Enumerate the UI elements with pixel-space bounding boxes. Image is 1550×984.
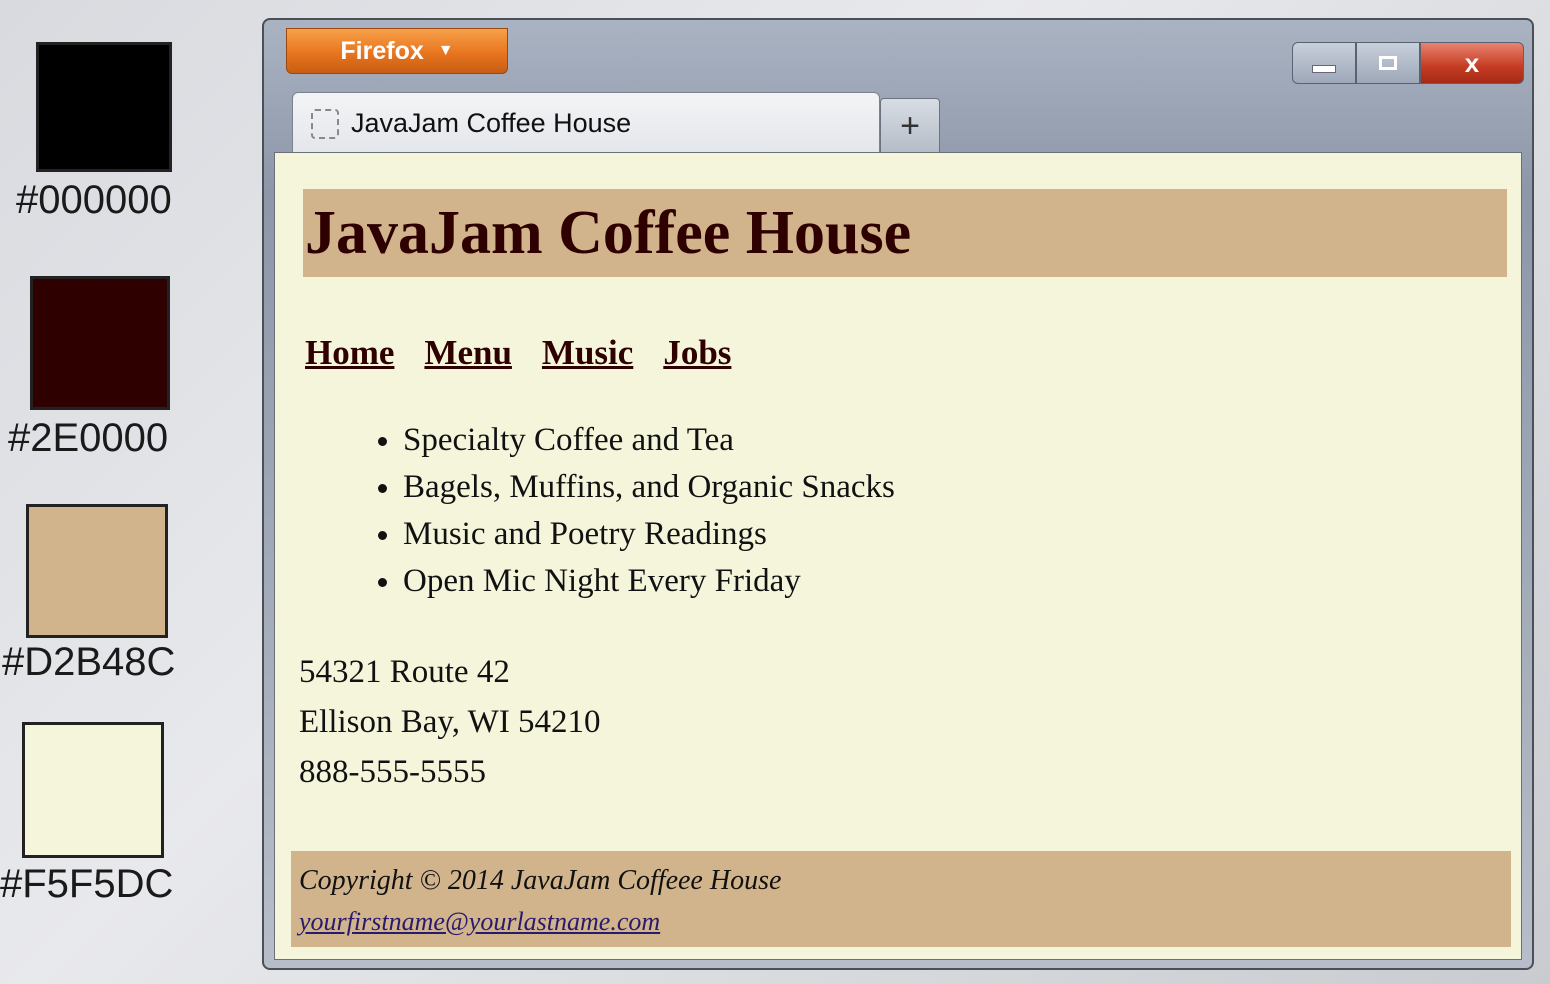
close-icon: x <box>1464 47 1480 78</box>
address-street: 54321 Route 42 <box>299 654 510 690</box>
swatch-label-d2b48c: #D2B48C <box>2 640 176 684</box>
site-title: JavaJam Coffee House <box>305 199 912 267</box>
copyright-text: Copyright © 2014 JavaJam Coffeee House <box>299 865 782 896</box>
plus-icon: + <box>900 106 920 145</box>
address-city: Ellison Bay, WI 54210 <box>299 704 601 740</box>
window-controls: x <box>1292 42 1524 84</box>
contact-address: 54321 Route 42 Ellison Bay, WI 54210 888… <box>299 647 601 797</box>
page-viewport: JavaJam Coffee House Home Menu Music Job… <box>274 152 1522 960</box>
new-tab-button[interactable]: + <box>880 98 940 154</box>
maximize-button[interactable] <box>1356 42 1420 84</box>
list-item: Music and Poetry Readings <box>403 511 895 558</box>
email-link[interactable]: yourfirstname@yourlastname.com <box>299 907 660 937</box>
browser-tab-active[interactable]: JavaJam Coffee House <box>292 92 880 154</box>
minimize-icon <box>1312 65 1336 73</box>
nav-link-jobs[interactable]: Jobs <box>663 333 731 373</box>
list-item: Open Mic Night Every Friday <box>403 558 895 605</box>
color-swatch-2e0000 <box>30 276 170 410</box>
browser-window: Firefox ▼ x JavaJam Coffee House + JavaJ… <box>262 18 1534 970</box>
firefox-menu-button[interactable]: Firefox ▼ <box>286 28 508 74</box>
color-swatch-f5f5dc <box>22 722 164 858</box>
site-footer: Copyright © 2014 JavaJam Coffeee House y… <box>291 851 1511 947</box>
firefox-menu-label: Firefox <box>340 36 424 65</box>
site-nav: Home Menu Music Jobs <box>305 333 731 373</box>
nav-link-home[interactable]: Home <box>305 333 394 373</box>
maximize-icon <box>1379 56 1397 70</box>
close-button[interactable]: x <box>1420 42 1524 84</box>
nav-link-music[interactable]: Music <box>542 333 633 373</box>
address-phone: 888-555-5555 <box>299 754 486 790</box>
tab-title: JavaJam Coffee House <box>351 108 632 138</box>
color-swatch-d2b48c <box>26 504 168 638</box>
features-list: Specialty Coffee and Tea Bagels, Muffins… <box>375 417 895 605</box>
nav-link-menu[interactable]: Menu <box>424 333 512 373</box>
swatch-label-2e0000: #2E0000 <box>8 416 169 460</box>
swatch-label-f5f5dc: #F5F5DC <box>0 862 174 906</box>
list-item: Specialty Coffee and Tea <box>403 417 895 464</box>
chevron-down-icon: ▼ <box>437 42 454 59</box>
swatch-label-000000: #000000 <box>16 178 172 222</box>
color-swatch-000000 <box>36 42 172 172</box>
favicon-placeholder-icon <box>311 108 339 139</box>
list-item: Bagels, Muffins, and Organic Snacks <box>403 464 895 511</box>
site-header: JavaJam Coffee House <box>303 189 1507 277</box>
minimize-button[interactable] <box>1292 42 1356 84</box>
